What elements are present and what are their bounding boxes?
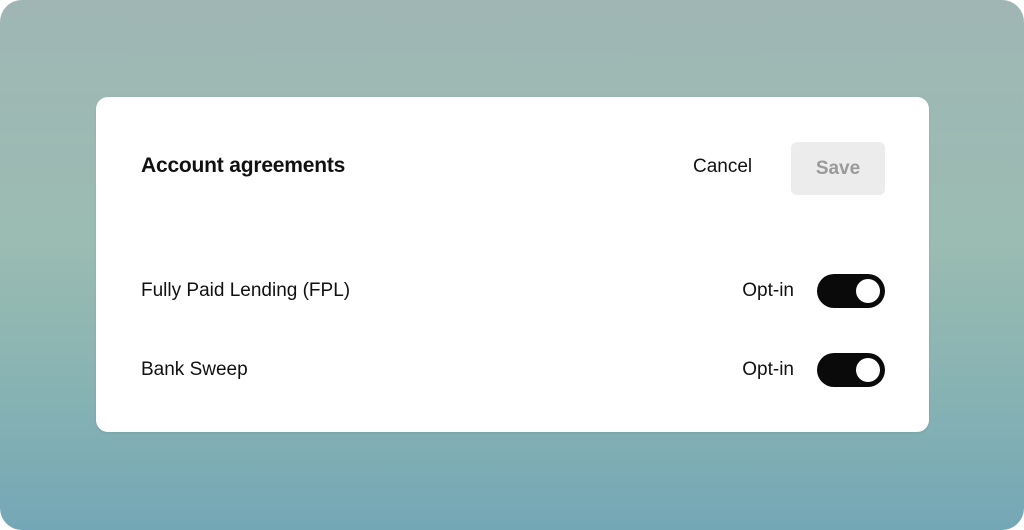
bank-sweep-toggle[interactable] bbox=[817, 353, 885, 387]
toggle-knob bbox=[856, 358, 880, 382]
agreement-row-fpl: Fully Paid Lending (FPL) Opt-in bbox=[141, 273, 885, 309]
agreement-control: Opt-in bbox=[742, 274, 885, 308]
background: Account agreements Cancel Save Fully Pai… bbox=[0, 0, 1024, 530]
agreement-label: Bank Sweep bbox=[141, 359, 248, 380]
toggle-knob bbox=[856, 279, 880, 303]
cancel-button[interactable]: Cancel bbox=[693, 156, 752, 178]
account-agreements-dialog: Account agreements Cancel Save Fully Pai… bbox=[96, 97, 929, 432]
fpl-toggle[interactable] bbox=[817, 274, 885, 308]
agreement-label: Fully Paid Lending (FPL) bbox=[141, 280, 351, 301]
save-button[interactable]: Save bbox=[791, 142, 885, 195]
agreement-state-label: Opt-in bbox=[742, 359, 794, 380]
dialog-title: Account agreements bbox=[141, 154, 346, 177]
agreement-control: Opt-in bbox=[742, 353, 885, 387]
agreement-row-bank-sweep: Bank Sweep Opt-in bbox=[141, 352, 885, 388]
agreement-state-label: Opt-in bbox=[742, 280, 794, 301]
